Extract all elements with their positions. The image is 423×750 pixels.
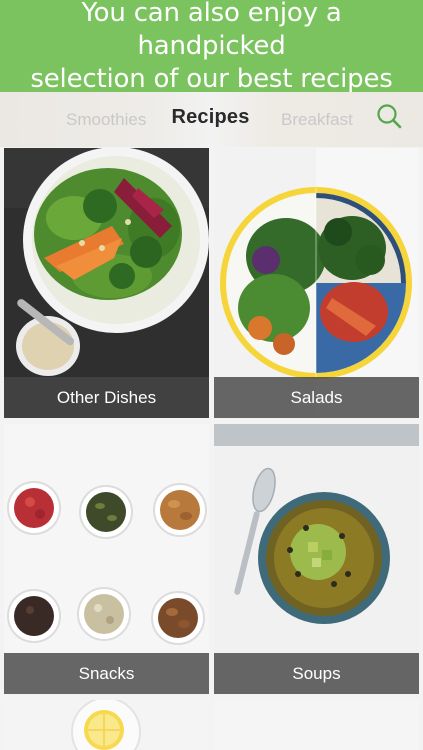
search-icon [377, 104, 402, 129]
category-tile-partial-right[interactable] [214, 700, 419, 750]
category-label: Snacks [4, 653, 209, 694]
category-label: Salads [214, 377, 419, 418]
category-tile-snacks[interactable]: Snacks [4, 424, 209, 694]
category-label: Other Dishes [4, 377, 209, 418]
category-tile-other-dishes[interactable]: Other Dishes [4, 148, 209, 418]
category-tile-salads[interactable]: Salads [214, 148, 419, 418]
navigation-bar: Smoothies Breakfast Recipes [0, 92, 423, 147]
promo-line-1: You can also enjoy a handpicked [81, 0, 342, 61]
promo-line-2: selection of our best recipes [30, 63, 393, 94]
search-button[interactable] [374, 101, 406, 133]
lemon-drink-photo [4, 700, 209, 750]
page-title: Recipes [171, 106, 250, 128]
category-tile-partial-left[interactable] [4, 700, 209, 750]
category-tile-soups[interactable]: Soups [214, 424, 419, 694]
tile-photo-placeholder [214, 700, 419, 750]
app-screen: You can also enjoy a handpicked selectio… [0, 0, 423, 750]
category-label: Soups [214, 653, 419, 694]
promo-banner: You can also enjoy a handpicked selectio… [0, 0, 423, 94]
